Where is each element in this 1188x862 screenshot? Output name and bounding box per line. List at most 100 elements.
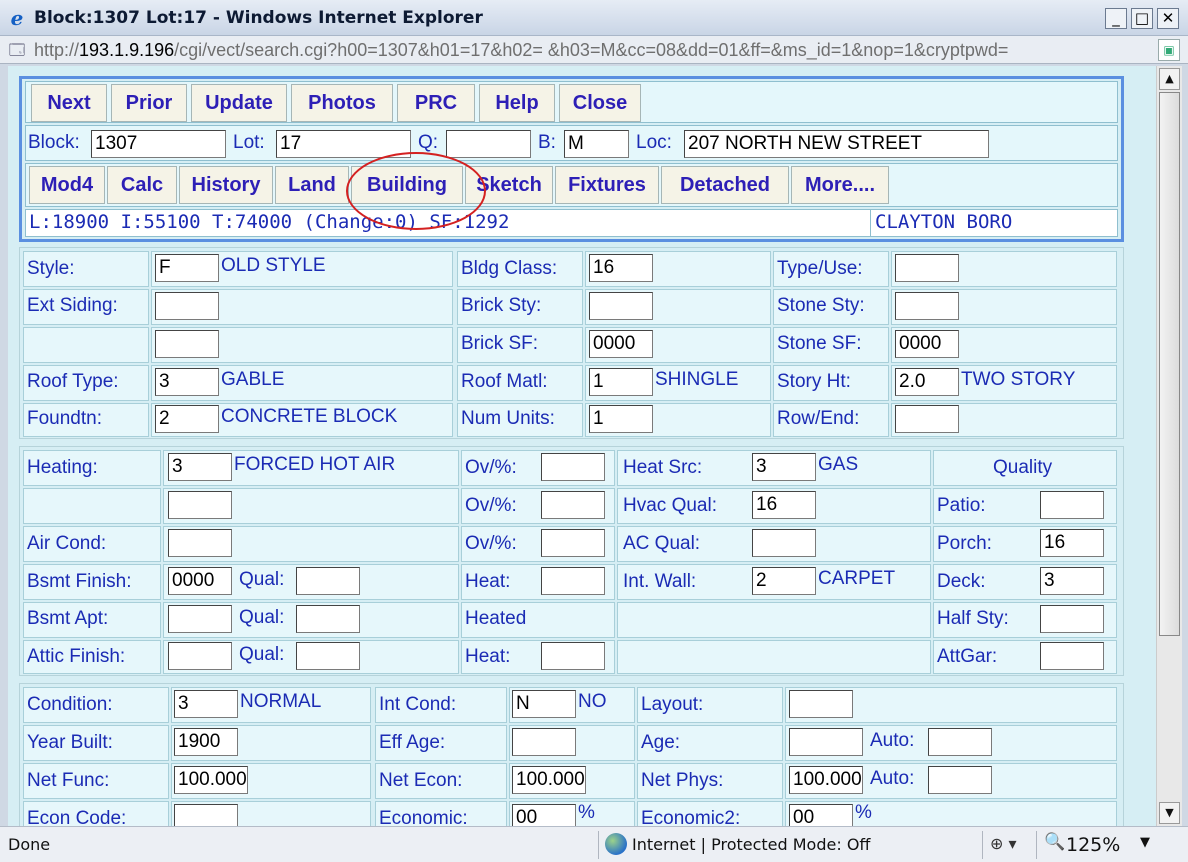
ext-siding-input[interactable] — [155, 292, 219, 320]
roof-type-input[interactable]: 3 — [155, 368, 219, 396]
net-func-input[interactable]: 100.000 — [174, 766, 248, 794]
detached-button[interactable]: Detached — [661, 166, 789, 204]
next-button[interactable]: Next — [31, 84, 107, 122]
zoom-icon[interactable]: 🔍 — [1044, 832, 1065, 852]
roof-matl-input[interactable]: 1 — [589, 368, 653, 396]
fixtures-button[interactable]: Fixtures — [555, 166, 659, 204]
porch-input[interactable]: 16 — [1040, 529, 1104, 557]
story-ht-input[interactable]: 2.0 — [895, 368, 959, 396]
more-button[interactable]: More.... — [791, 166, 889, 204]
heat-src-input[interactable]: 3 — [752, 453, 816, 481]
econ-code-label: Econ Code: — [27, 808, 127, 826]
num-units-input[interactable]: 1 — [589, 405, 653, 433]
prior-button[interactable]: Prior — [111, 84, 187, 122]
patio-input[interactable] — [1040, 491, 1104, 519]
style-input[interactable]: F — [155, 254, 219, 282]
maximize-button[interactable]: □ — [1131, 8, 1153, 29]
history-button[interactable]: History — [179, 166, 273, 204]
bsmt-apt-input[interactable] — [168, 605, 232, 633]
brick-sf-input[interactable]: 0000 — [589, 330, 653, 358]
page-icon: 🗔 — [8, 41, 26, 59]
heating-input[interactable]: 3 — [168, 453, 232, 481]
bsmt-apt-qual-input[interactable] — [296, 605, 360, 633]
close-window-button[interactable]: ✕ — [1157, 8, 1179, 29]
vertical-scrollbar[interactable]: ▲ ▼ — [1156, 66, 1182, 826]
attic-finish-input[interactable] — [168, 642, 232, 670]
deck-input[interactable]: 3 — [1040, 567, 1104, 595]
net-phys-input[interactable]: 100.000 — [789, 766, 863, 794]
bsmt-finish-input[interactable]: 0000 — [168, 567, 232, 595]
close-button[interactable]: Close — [559, 84, 641, 122]
compatibility-view-icon[interactable]: ▣ — [1158, 39, 1180, 61]
attgar-input[interactable] — [1040, 642, 1104, 670]
patio-label: Patio: — [937, 495, 986, 516]
bldg-class-input[interactable]: 16 — [589, 254, 653, 282]
zoom-level[interactable]: 125% — [1066, 834, 1120, 856]
layout-input[interactable] — [789, 690, 853, 718]
stone-sty-input[interactable] — [895, 292, 959, 320]
heating-2-input[interactable] — [168, 491, 232, 519]
condition-label: Condition: — [27, 694, 113, 715]
net-econ-input[interactable]: 100.000 — [512, 766, 586, 794]
heat-input-2[interactable] — [541, 642, 605, 670]
mechanical-panel: Heating: 3 FORCED HOT AIR Ov/%: Heat Src… — [19, 446, 1124, 676]
block-input[interactable]: 1307 — [91, 130, 226, 158]
land-button[interactable]: Land — [275, 166, 349, 204]
row-end-input[interactable] — [895, 405, 959, 433]
title-bar: e Block:1307 Lot:17 - Windows Internet E… — [0, 0, 1188, 36]
building-panel: Style: F OLD STYLE Bldg Class: 16 Type/U… — [19, 247, 1124, 439]
update-button[interactable]: Update — [191, 84, 287, 122]
bsmt-finish-qual-input[interactable] — [296, 567, 360, 595]
economic-input[interactable]: 00 — [512, 804, 576, 826]
hvac-qual-input[interactable]: 16 — [752, 491, 816, 519]
minimize-button[interactable]: _ — [1105, 8, 1127, 29]
globe-icon — [605, 833, 627, 855]
int-wall-input[interactable]: 2 — [752, 567, 816, 595]
url-field[interactable]: http://193.1.9.196/cgi/vect/search.cgi?h… — [34, 39, 1152, 61]
heat-input-1[interactable] — [541, 567, 605, 595]
attic-qual-input[interactable] — [296, 642, 360, 670]
roof-matl-desc: SHINGLE — [655, 369, 739, 390]
help-button[interactable]: Help — [479, 84, 555, 122]
zoom-dropdown-icon[interactable]: ▼ — [1140, 835, 1150, 850]
protected-mode-icon[interactable]: ⊕ ▾ — [990, 834, 1017, 853]
ext-siding-2-input[interactable] — [155, 330, 219, 358]
photos-button[interactable]: Photos — [291, 84, 393, 122]
year-built-input[interactable]: 1900 — [174, 728, 238, 756]
brick-sty-input[interactable] — [589, 292, 653, 320]
percent-sign: % — [855, 802, 872, 823]
air-cond-input[interactable] — [168, 529, 232, 557]
loc-input[interactable]: 207 NORTH NEW STREET — [684, 130, 989, 158]
scroll-up-arrow-icon[interactable]: ▲ — [1159, 68, 1180, 90]
ov-input-2[interactable] — [541, 491, 605, 519]
int-cond-input[interactable]: N — [512, 690, 576, 718]
eff-age-input[interactable] — [512, 728, 576, 756]
b-input[interactable]: M — [564, 130, 629, 158]
bsmt-apt-label: Bsmt Apt: — [27, 608, 109, 629]
heating-desc: FORCED HOT AIR — [234, 454, 396, 475]
econ-code-input[interactable] — [174, 804, 238, 826]
brick-sf-label: Brick SF: — [461, 333, 539, 354]
scroll-down-arrow-icon[interactable]: ▼ — [1159, 802, 1180, 824]
economic2-input[interactable]: 00 — [789, 804, 853, 826]
foundtn-input[interactable]: 2 — [155, 405, 219, 433]
summary-row: L:18900 I:55100 T:74000 (Change:0) SF:12… — [25, 209, 1118, 237]
prc-button[interactable]: PRC — [397, 84, 475, 122]
age-input[interactable] — [789, 728, 863, 756]
calc-button[interactable]: Calc — [107, 166, 177, 204]
ov-input-1[interactable] — [541, 453, 605, 481]
type-use-input[interactable] — [895, 254, 959, 282]
stone-sf-input[interactable]: 0000 — [895, 330, 959, 358]
url-host: 193.1.9.196 — [79, 40, 175, 60]
half-sty-input[interactable] — [1040, 605, 1104, 633]
mod4-button[interactable]: Mod4 — [29, 166, 105, 204]
url-path: /cgi/vect/search.cgi?h00=1307&h01=17&h02… — [174, 40, 1009, 60]
ov-input-3[interactable] — [541, 529, 605, 557]
scroll-thumb[interactable] — [1159, 92, 1180, 636]
year-built-label: Year Built: — [27, 732, 113, 753]
phys-auto-input[interactable] — [928, 766, 992, 794]
age-auto-input[interactable] — [928, 728, 992, 756]
ac-qual-input[interactable] — [752, 529, 816, 557]
q-input[interactable] — [446, 130, 531, 158]
condition-input[interactable]: 3 — [174, 690, 238, 718]
